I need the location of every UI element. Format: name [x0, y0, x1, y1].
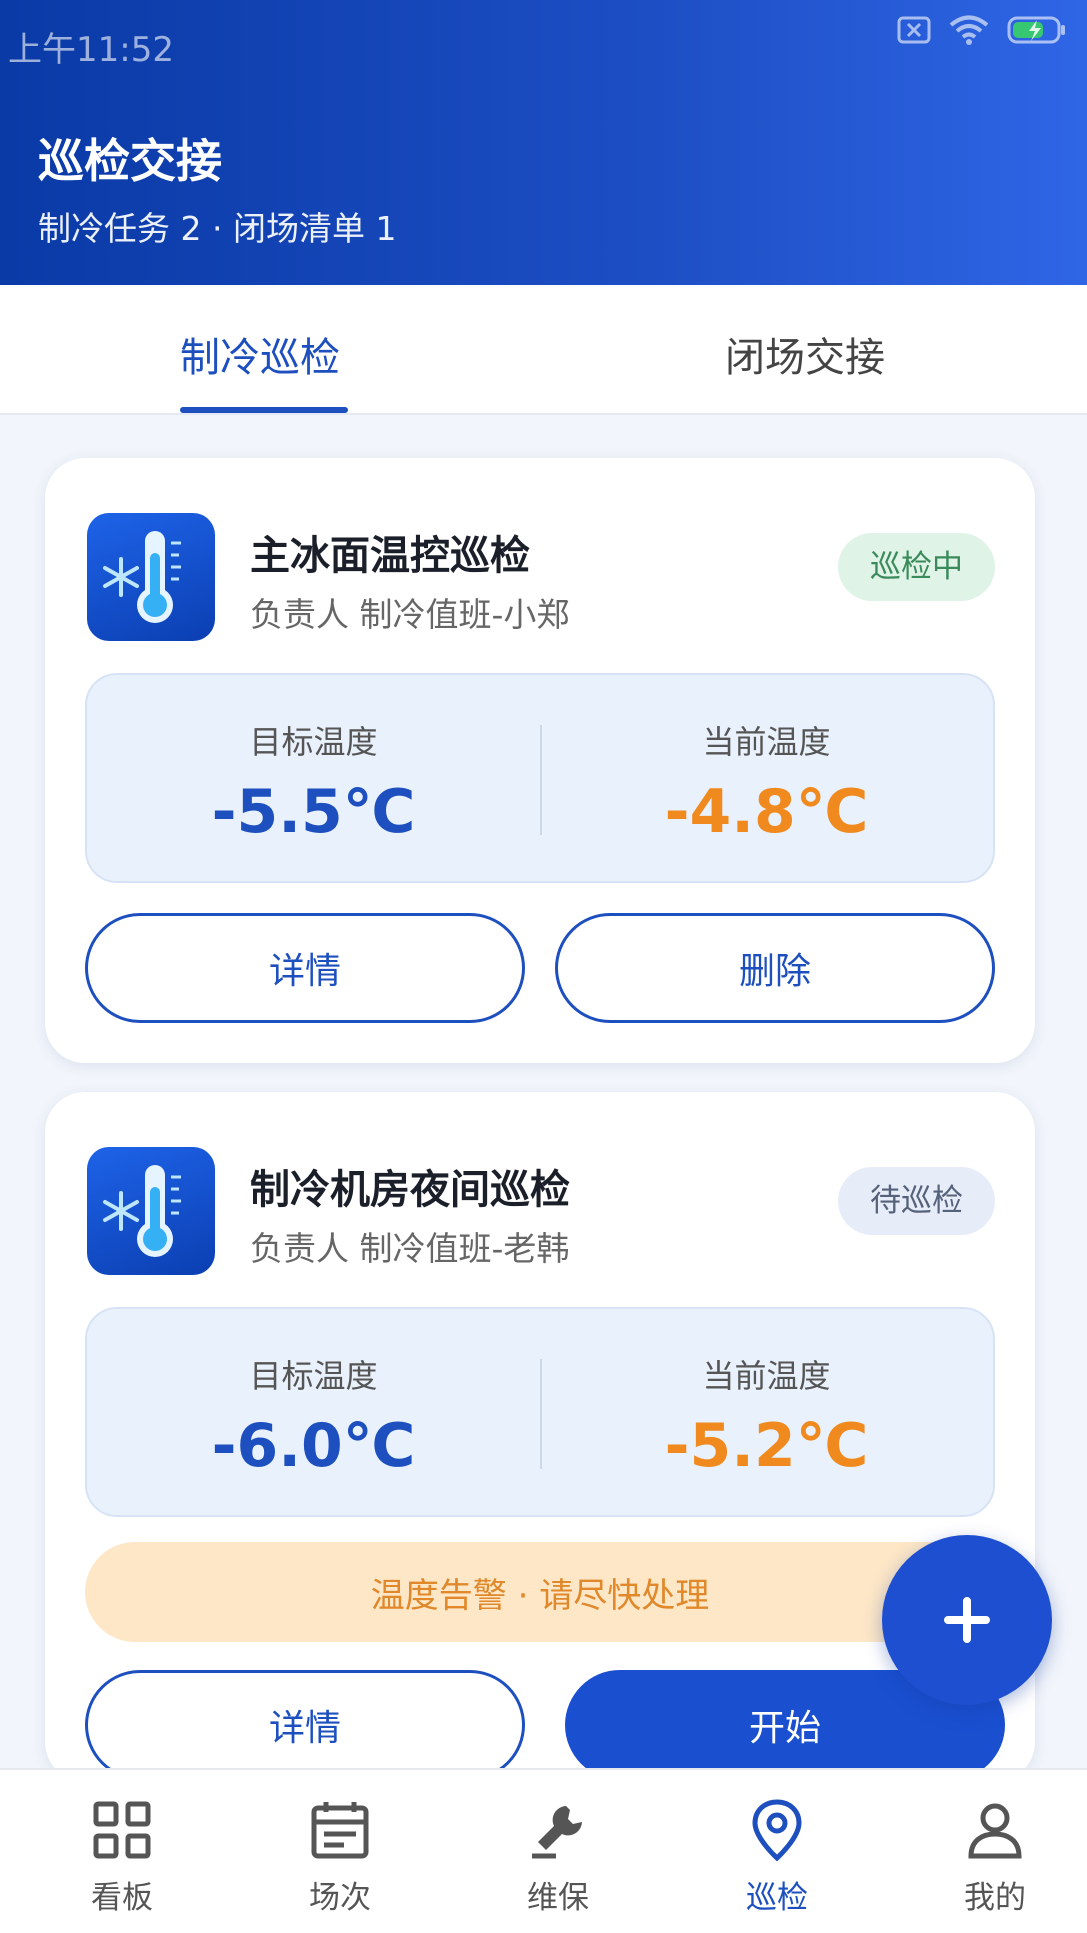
- current-temperature-value: -4.8℃: [664, 777, 869, 847]
- temperature-panel: 目标温度 -5.5℃ 当前温度 -4.8℃: [85, 673, 995, 883]
- tab-refrigeration-inspection[interactable]: 制冷巡检: [180, 325, 340, 383]
- plus-icon: [944, 1597, 990, 1643]
- nav-label-maintenance: 维保: [527, 1880, 589, 1916]
- current-temperature: 当前温度 -5.2℃: [540, 1309, 993, 1515]
- active-tab-indicator: [180, 407, 348, 413]
- temperature-panel: 目标温度 -6.0℃ 当前温度 -5.2℃: [85, 1307, 995, 1517]
- location-pin-icon: [752, 1799, 802, 1862]
- details-button[interactable]: 详情: [85, 913, 525, 1023]
- task-owner: 负责人 制冷值班-老韩: [250, 1229, 570, 1268]
- target-temperature: 目标温度 -6.0℃: [87, 1309, 540, 1515]
- current-temperature: 当前温度 -4.8℃: [540, 675, 993, 881]
- nav-label-profile: 我的: [964, 1880, 1026, 1916]
- current-temperature-value: -5.2℃: [664, 1411, 869, 1481]
- status-badge: 巡检中: [838, 533, 995, 601]
- details-button[interactable]: 详情: [85, 1670, 525, 1780]
- grid-icon: [93, 1801, 151, 1859]
- nav-item-dashboard[interactable]: 看板: [52, 1798, 192, 1917]
- task-card[interactable]: 制冷机房夜间巡检 负责人 制冷值班-老韩 待巡检 目标温度 -6.0℃ 当前温度…: [45, 1092, 1035, 1782]
- app-header: 上午11:52 巡检交接 制冷任务 2 · 闭场清单 1: [0, 0, 1087, 285]
- task-title: 制冷机房夜间巡检: [250, 1167, 570, 1213]
- thermometer-snowflake-icon: [87, 513, 215, 641]
- tab-bar: 制冷巡检 闭场交接: [0, 285, 1087, 415]
- current-temperature-label: 当前温度: [702, 723, 831, 761]
- tab-closing-handover[interactable]: 闭场交接: [725, 325, 885, 383]
- target-temperature-value: -5.5℃: [211, 777, 416, 847]
- temperature-alert: 温度告警 · 请尽快处理: [85, 1542, 995, 1642]
- nav-label-inspection: 巡检: [746, 1880, 808, 1916]
- status-bar: 上午11:52: [0, 0, 1087, 80]
- target-temperature-label: 目标温度: [249, 723, 378, 761]
- user-icon: [968, 1803, 1022, 1859]
- wrench-icon: [532, 1806, 582, 1859]
- status-time: 上午11:52: [8, 30, 174, 70]
- status-badge: 待巡检: [838, 1167, 995, 1235]
- bottom-nav: 看板 场次 维保 巡检 我的: [0, 1768, 1087, 1933]
- page-subtitle: 制冷任务 2 · 闭场清单 1: [38, 209, 397, 248]
- add-task-button[interactable]: [882, 1535, 1052, 1705]
- thermometer-snowflake-icon: [87, 1147, 215, 1275]
- nav-label-dashboard: 看板: [91, 1880, 153, 1916]
- target-temperature-value: -6.0℃: [211, 1411, 416, 1481]
- status-icons: [897, 14, 1067, 46]
- task-title: 主冰面温控巡检: [250, 533, 530, 579]
- current-temperature-label: 当前温度: [702, 1357, 831, 1395]
- target-temperature: 目标温度 -5.5℃: [87, 675, 540, 881]
- nav-item-profile[interactable]: 我的: [925, 1798, 1065, 1917]
- nav-item-maintenance[interactable]: 维保: [488, 1798, 628, 1917]
- calendar-icon: [311, 1802, 369, 1859]
- task-owner: 负责人 制冷值班-小郑: [250, 595, 570, 634]
- target-temperature-label: 目标温度: [249, 1357, 378, 1395]
- nav-label-sessions: 场次: [309, 1880, 371, 1916]
- page-title: 巡检交接: [38, 134, 222, 188]
- delete-button[interactable]: 删除: [555, 913, 995, 1023]
- task-card[interactable]: 主冰面温控巡检 负责人 制冷值班-小郑 巡检中 目标温度 -5.5℃ 当前温度 …: [45, 458, 1035, 1063]
- battery-charging-icon: [1007, 16, 1065, 44]
- nav-item-inspection[interactable]: 巡检: [707, 1798, 847, 1917]
- nav-item-sessions[interactable]: 场次: [270, 1798, 410, 1917]
- wifi-icon: [949, 15, 989, 45]
- sim-off-icon: [897, 16, 931, 44]
